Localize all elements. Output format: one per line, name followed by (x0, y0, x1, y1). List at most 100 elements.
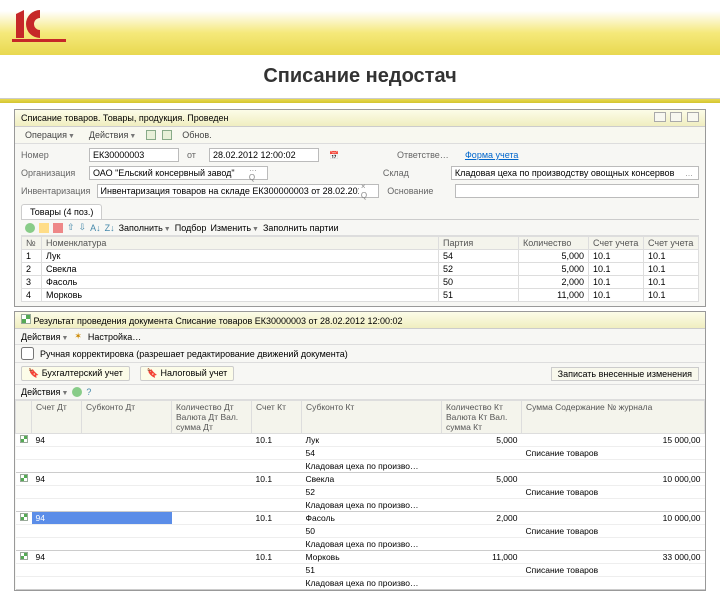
window-controls (652, 112, 699, 124)
ledger-row[interactable]: 50Списание товаров (16, 525, 705, 538)
col-subkt[interactable]: Субконто Кт (302, 401, 442, 434)
col-qtykt[interactable]: Количество Кт Валюта Кт Вал. сумма Кт (442, 401, 522, 434)
table-row[interactable]: 1Лук545,00010.110.1 (22, 250, 699, 263)
inv-field[interactable]: × Q (97, 184, 380, 198)
result-toolbar: Действия▼ ✶ Настройка… (15, 329, 705, 345)
col-kt[interactable]: Счет Кт (252, 401, 302, 434)
window-writeoff: Списание товаров. Товары, продукция. Про… (14, 109, 706, 307)
date-label: от (187, 150, 201, 160)
sklad-select-icon[interactable]: … (683, 169, 695, 178)
ledger-row[interactable]: 51Списание товаров (16, 564, 705, 577)
sklad-label: Склад (383, 168, 443, 178)
actions-menu[interactable]: Действия▼ (85, 129, 140, 141)
ledger-row[interactable]: 94 10.1Фасоль2,00010 000,00 (16, 512, 705, 525)
col-qty[interactable]: Количество (519, 237, 589, 250)
refresh-button[interactable]: Обнов. (178, 129, 215, 141)
ledger-row[interactable]: 94 10.1Свекла5,00010 000,00 (16, 473, 705, 486)
ledger-row[interactable]: Кладовая цеха по произво… (16, 577, 705, 590)
col-n[interactable]: № (22, 237, 42, 250)
col-qtydt[interactable]: Количество Дт Валюта Дт Вал. сумма Дт (172, 401, 252, 434)
ledger-toolbar: Действия▼ ? (15, 385, 705, 400)
tab-goods[interactable]: Товары (4 поз.) (21, 204, 102, 219)
osn-label: Основание (387, 186, 447, 196)
min-icon[interactable] (654, 112, 666, 122)
settings-button[interactable]: Настройка… (88, 332, 141, 342)
tabs: Товары (4 поз.) (21, 204, 699, 220)
select-button[interactable]: Подбор (175, 223, 207, 233)
table-row[interactable]: 3Фасоль502,00010.110.1 (22, 276, 699, 289)
table-row[interactable]: 2Свекла525,00010.110.1 (22, 263, 699, 276)
post-icon[interactable] (162, 130, 172, 140)
inv-select-icon[interactable]: × Q (359, 182, 375, 200)
result-icon (21, 314, 31, 324)
fill-button[interactable]: Заполнить▼ (119, 223, 171, 233)
org-field[interactable]: …Q (89, 166, 268, 180)
save-changes-button[interactable]: Записать внесенные изменения (551, 367, 699, 381)
ledger-add-icon[interactable] (72, 387, 82, 397)
col-subdt[interactable]: Субконто Дт (82, 401, 172, 434)
result-title: Результат проведения документа Списание … (34, 316, 403, 326)
fill-parts-button[interactable]: Заполнить партии (263, 223, 339, 233)
close-icon[interactable] (687, 112, 699, 122)
osn-field[interactable] (455, 184, 699, 198)
org-label: Организация (21, 168, 81, 178)
date-field[interactable] (209, 148, 319, 162)
window-title: Списание товаров. Товары, продукция. Про… (21, 113, 229, 123)
ledger-row[interactable]: 54Списание товаров (16, 447, 705, 460)
logo-1c (12, 6, 66, 44)
register-tabs: 🔖 Бухгалтерский учет 🔖 Налоговый учет За… (15, 363, 705, 385)
bu-tab[interactable]: 🔖 Бухгалтерский учет (21, 366, 130, 381)
operation-menu[interactable]: Операция▼ (21, 129, 79, 141)
col-sum[interactable]: Сумма Содержание № журнала (522, 401, 705, 434)
ledger-row[interactable]: 94 10.1Морковь11,00033 000,00 (16, 551, 705, 564)
grid-toolbar: ⇧ ⇩ A↓ Z↓ Заполнить▼ Подбор Изменить▼ За… (21, 220, 699, 236)
window-result: Результат проведения документа Списание … (14, 311, 706, 591)
ledger-row[interactable]: Кладовая цеха по произво… (16, 460, 705, 473)
yellow-strip (0, 99, 720, 103)
delete-icon[interactable] (53, 223, 63, 233)
number-label: Номер (21, 150, 81, 160)
sort-za-icon[interactable]: Z↓ (105, 223, 115, 233)
col-acc2[interactable]: Счет учета (644, 237, 699, 250)
ledger-actions[interactable]: Действия▼ (21, 387, 68, 397)
nu-tab[interactable]: 🔖 Налоговый учет (140, 366, 234, 381)
inv-label: Инвентаризация (21, 186, 89, 196)
ledger-row[interactable]: Кладовая цеха по произво… (16, 499, 705, 512)
save-icon[interactable] (146, 130, 156, 140)
col-dt[interactable]: Счет Дт (32, 401, 82, 434)
otv-label: Ответстве… (397, 150, 457, 160)
calendar-icon[interactable]: 📅 (327, 151, 341, 160)
col-nom[interactable]: Номенклатура (42, 237, 439, 250)
ledger-row[interactable]: Кладовая цеха по произво… (16, 538, 705, 551)
manual-label: Ручная корректировка (разрешает редактир… (40, 349, 348, 359)
manual-checkbox[interactable] (21, 347, 34, 360)
form-area: Номер от 📅 Ответстве… Форма учета Органи… (15, 144, 705, 306)
col-part[interactable]: Партия (439, 237, 519, 250)
window-title-bar: Списание товаров. Товары, продукция. Про… (15, 110, 705, 127)
main-toolbar: Операция▼ Действия▼ Обнов. (15, 127, 705, 144)
sklad-field[interactable]: … (451, 166, 699, 180)
manual-row: Ручная корректировка (разрешает редактир… (15, 345, 705, 363)
ledger-row[interactable]: 94 10.1Лук5,00015 000,00 (16, 434, 705, 447)
ledger-row[interactable]: 52Списание товаров (16, 486, 705, 499)
ledger-help-icon[interactable]: ? (86, 387, 91, 397)
page-title: Списание недостач (0, 55, 720, 99)
gear-icon[interactable]: ✶ (74, 331, 82, 342)
result-title-bar: Результат проведения документа Списание … (15, 312, 705, 329)
edit-icon[interactable] (39, 223, 49, 233)
change-button[interactable]: Изменить▼ (210, 223, 259, 233)
sort-up-icon[interactable]: ⇧ (67, 222, 75, 233)
table-row[interactable]: 4Морковь5111,00010.110.1 (22, 289, 699, 302)
number-field[interactable] (89, 148, 179, 162)
result-actions[interactable]: Действия▼ (21, 332, 68, 342)
goods-table: № Номенклатура Партия Количество Счет уч… (21, 236, 699, 302)
max-icon[interactable] (670, 112, 682, 122)
col-acc1[interactable]: Счет учета (589, 237, 644, 250)
ledger-table: Счет Дт Субконто Дт Количество Дт Валюта… (15, 400, 705, 590)
org-select-icon[interactable]: …Q (247, 164, 264, 182)
add-icon[interactable] (25, 223, 35, 233)
header-band (0, 0, 720, 55)
sort-az-icon[interactable]: A↓ (90, 223, 101, 233)
form-ucheta-link[interactable]: Форма учета (465, 150, 518, 160)
sort-down-icon[interactable]: ⇩ (79, 222, 87, 233)
